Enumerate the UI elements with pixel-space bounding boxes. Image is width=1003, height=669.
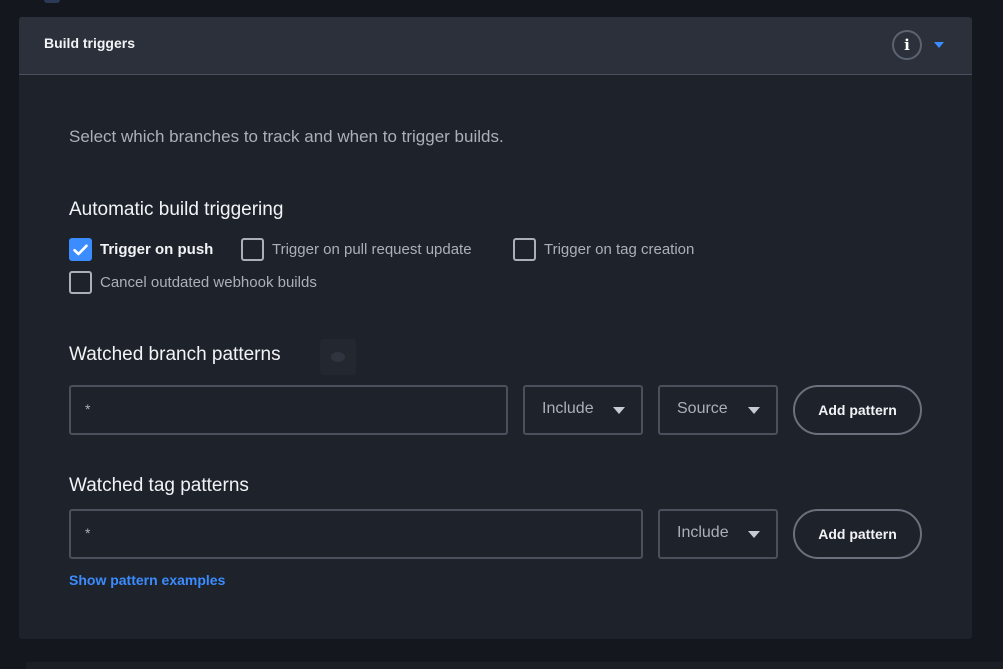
checkbox-label: Cancel outdated webhook builds: [100, 274, 317, 291]
chevron-down-icon: [748, 531, 760, 539]
watched-branch-patterns-title: Watched branch patterns: [69, 344, 281, 365]
watched-tag-patterns-title: Watched tag patterns: [69, 475, 249, 496]
branch-pattern-input[interactable]: *: [69, 385, 508, 435]
checkbox-unchecked-icon[interactable]: [241, 238, 264, 261]
checkbox-unchecked-icon[interactable]: [69, 271, 92, 294]
chevron-down-icon: [613, 407, 625, 415]
tag-pattern-input[interactable]: *: [69, 509, 643, 559]
section-description: Select which branches to track and when …: [69, 127, 504, 146]
panel-header[interactable]: Build triggers i: [19, 17, 972, 75]
automatic-triggering-title: Automatic build triggering: [69, 199, 284, 220]
add-branch-pattern-button[interactable]: Add pattern: [793, 385, 922, 435]
add-tag-pattern-button[interactable]: Add pattern: [793, 509, 922, 559]
checkbox-label: Trigger on tag creation: [544, 241, 695, 258]
show-pattern-examples-link[interactable]: Show pattern examples: [69, 572, 225, 588]
panel-title: Build triggers: [44, 35, 136, 51]
build-triggers-panel: Build triggers i Select which branches t…: [19, 17, 972, 639]
branch-source-select[interactable]: Source: [658, 385, 778, 435]
select-value: Include: [542, 400, 594, 417]
info-icon[interactable]: i: [892, 30, 922, 60]
caret-down-icon[interactable]: [932, 39, 946, 51]
select-value: Include: [677, 524, 729, 541]
checkbox-label: Trigger on push: [100, 241, 214, 258]
chevron-down-icon: [748, 407, 760, 415]
branch-include-select[interactable]: Include: [523, 385, 643, 435]
checkbox-checked-icon[interactable]: [69, 238, 92, 261]
branch-pattern-value: *: [85, 401, 91, 417]
top-indicator: [44, 0, 60, 3]
checkbox-trigger-on-push[interactable]: Trigger on push: [69, 238, 213, 261]
checkbox-label: Trigger on pull request update: [272, 241, 472, 258]
hint-icon[interactable]: [320, 339, 356, 375]
checkbox-trigger-on-pr-update[interactable]: Trigger on pull request update: [241, 238, 472, 261]
top-strip: [0, 0, 1003, 17]
checkbox-trigger-on-tag-creation[interactable]: Trigger on tag creation: [513, 238, 694, 261]
checkbox-unchecked-icon[interactable]: [513, 238, 536, 261]
tag-include-select[interactable]: Include: [658, 509, 778, 559]
tag-pattern-value: *: [85, 525, 91, 541]
select-value: Source: [677, 400, 728, 417]
checkbox-cancel-outdated-builds[interactable]: Cancel outdated webhook builds: [69, 271, 317, 294]
bottom-strip: [26, 662, 1003, 669]
